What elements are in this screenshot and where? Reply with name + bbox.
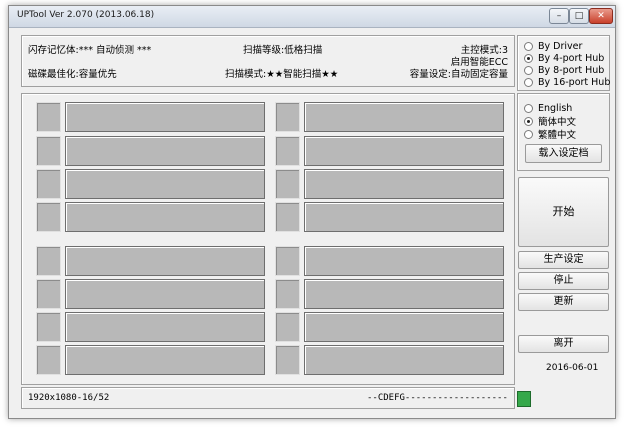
hub-option-label: By Driver [538,40,583,52]
capacity-info: 容量设定:自动固定容量 [409,69,508,80]
port-slot-2[interactable] [65,136,265,166]
hub-option-driver[interactable]: By Driver [524,40,582,52]
port-slot-4[interactable] [65,202,265,232]
production-settings-button[interactable]: 生产设定 [518,251,609,269]
port-status-16 [275,345,300,375]
port-status-6 [36,279,61,309]
port-status-9 [275,102,300,132]
battery-icon [517,391,531,407]
start-button[interactable]: 开始 [518,177,609,247]
title-bar: UPTool Ver 2.070 (2013.06.18) – □ ✕ [9,6,615,28]
port-status-5 [36,246,61,276]
hub-option-16port[interactable]: By 16-port Hub [524,76,610,88]
status-bar: 1920x1080-16/52 --CDEFG-----------------… [21,387,515,409]
port-slot-5[interactable] [65,246,265,276]
port-status-15 [275,312,300,342]
port-status-10 [275,136,300,166]
language-label: English [538,102,573,114]
language-english[interactable]: English [524,102,572,114]
minimize-icon[interactable]: – [549,8,569,24]
radio-selected-icon[interactable] [524,116,533,126]
close-icon[interactable]: ✕ [589,8,613,24]
resolution-status: 1920x1080-16/52 [28,393,110,403]
radio-icon[interactable] [524,65,533,75]
port-slot-11[interactable] [304,169,504,199]
radio-selected-icon[interactable] [524,53,533,63]
hub-option-label: By 8-port Hub [538,64,605,76]
port-status-13 [275,246,300,276]
radio-icon[interactable] [524,103,533,113]
port-slot-14[interactable] [304,279,504,309]
language-group: English 簡体中文 繁體中文 载入设定档 [517,93,610,171]
language-label: 簡体中文 [538,117,577,128]
port-status-4 [36,202,61,232]
port-slot-1[interactable] [65,102,265,132]
optimize-info: 磁碟最佳化:容量优先 [28,69,117,80]
language-label: 繁體中文 [538,130,577,141]
hub-option-8port[interactable]: By 8-port Hub [524,64,604,76]
port-status-1 [36,102,61,132]
window-title: UPTool Ver 2.070 (2013.06.18) [17,10,155,20]
hub-option-4port[interactable]: By 4-port Hub [524,52,604,64]
stop-button[interactable]: 停止 [518,272,609,290]
ports-panel [21,93,515,385]
port-slot-10[interactable] [304,136,504,166]
flash-info: 闪存记忆体:*** 自动侦测 *** [28,45,152,56]
scan-level-info: 扫描等级:低格扫描 [243,45,323,56]
language-traditional[interactable]: 繁體中文 [524,128,577,141]
hub-option-label: By 16-port Hub [538,76,611,88]
port-status-3 [36,169,61,199]
maximize-icon[interactable]: □ [569,8,589,24]
port-slot-13[interactable] [304,246,504,276]
port-status-8 [36,345,61,375]
radio-icon[interactable] [524,129,533,139]
hub-option-label: By 4-port Hub [538,52,605,64]
info-panel: 闪存记忆体:*** 自动侦测 *** 扫描等级:低格扫描 主控模式:3 启用智能… [21,35,515,87]
uptool-window: UPTool Ver 2.070 (2013.06.18) – □ ✕ 闪存记忆… [8,5,616,419]
port-slot-16[interactable] [304,345,504,375]
radio-icon[interactable] [524,41,533,51]
port-slot-9[interactable] [304,102,504,132]
port-slot-12[interactable] [304,202,504,232]
port-slot-6[interactable] [65,279,265,309]
port-slot-15[interactable] [304,312,504,342]
hub-mode-group: By Driver By 4-port Hub By 8-port Hub By… [517,35,610,91]
exit-button[interactable]: 离开 [518,335,609,353]
drive-status: --CDEFG------------------- [367,393,508,403]
update-button[interactable]: 更新 [518,293,609,311]
load-config-button[interactable]: 载入设定档 [525,144,602,163]
port-slot-8[interactable] [65,345,265,375]
port-status-7 [36,312,61,342]
port-status-2 [36,136,61,166]
port-slot-3[interactable] [65,169,265,199]
language-simplified[interactable]: 簡体中文 [524,115,577,128]
scan-mode-info: 扫描模式:★★智能扫描★★ [225,69,339,80]
port-slot-7[interactable] [65,312,265,342]
port-status-12 [275,202,300,232]
radio-icon[interactable] [524,77,533,87]
port-status-11 [275,169,300,199]
port-status-14 [275,279,300,309]
current-date: 2016-06-01 [546,363,599,373]
